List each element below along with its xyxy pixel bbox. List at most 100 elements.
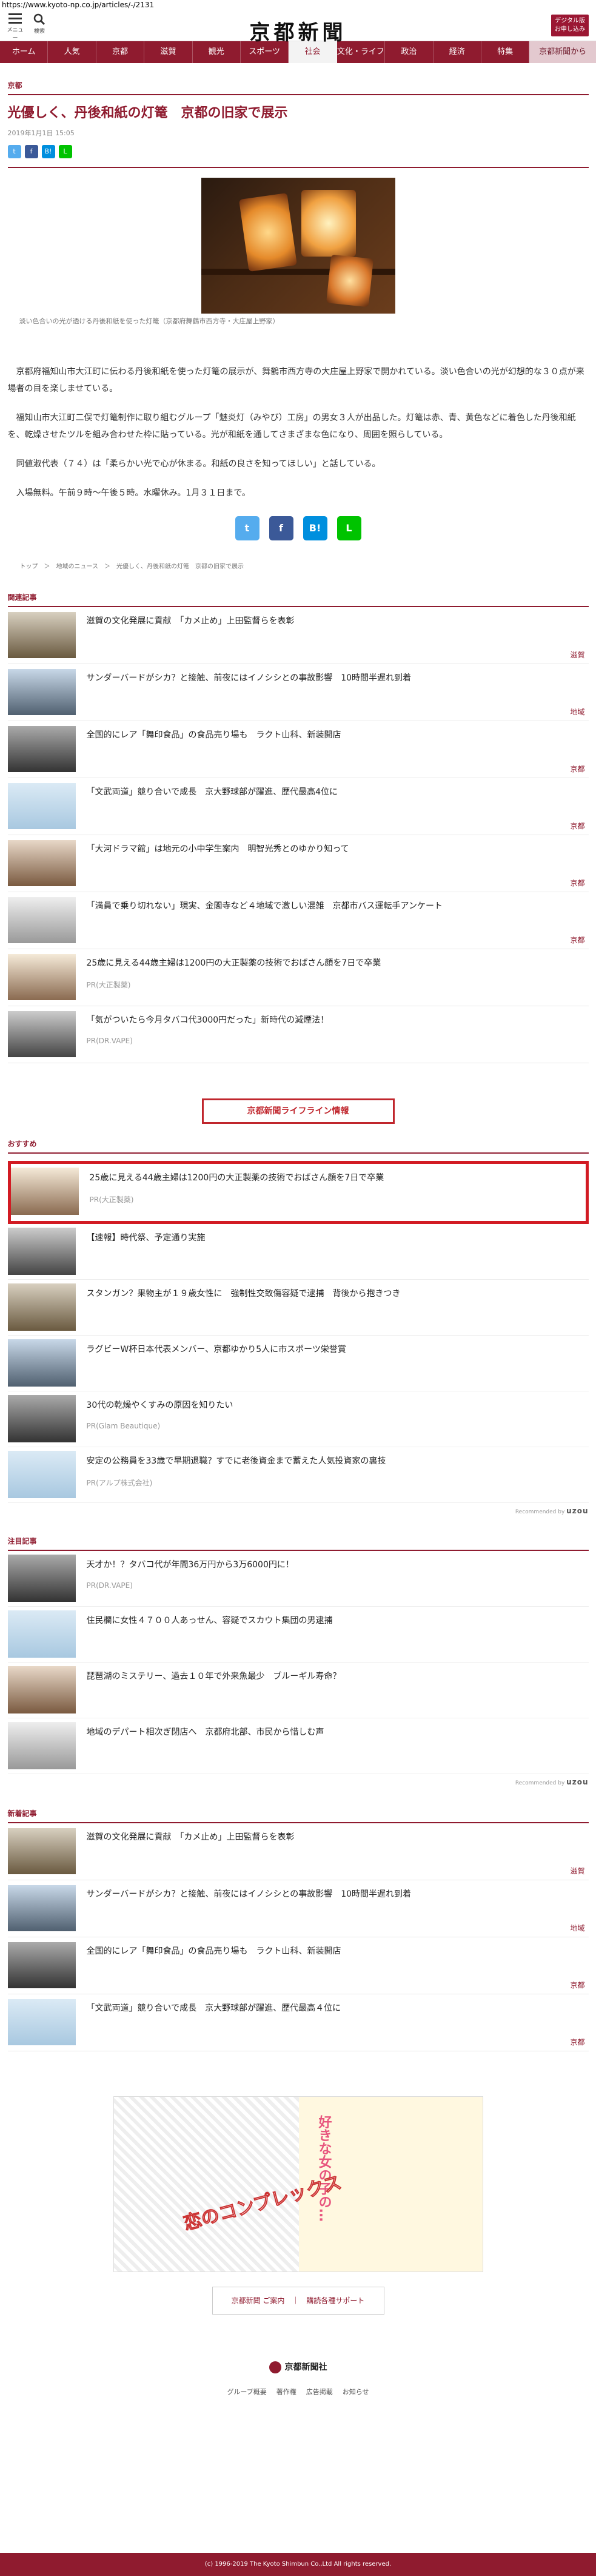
news-title: 住民欄に女性４７００人あっせん、容疑でスカウト集団の男逮捕 [86,1616,333,1626]
line-share-icon[interactable]: L [337,516,361,540]
news-region-tag[interactable]: 京都 [570,935,584,945]
attention-article-item[interactable]: 琵琶湖のミステリー、過去１０年で外来魚最少 ブルーギル寿命？ [7,1663,589,1718]
lantern-image [326,254,373,308]
uzou-logo: uzou [566,1507,589,1515]
site-header: メニュー 検索 京都新聞 デジタル版 お申し込み [0,10,596,45]
nav-item[interactable]: 京都新聞から [529,41,596,63]
related-article-item[interactable]: 「大河ドラマ館」は地元の小中学生案内 明智光秀とのゆかり知って 京都 [7,835,589,892]
line-share-icon[interactable]: L [58,145,72,158]
news-region-tag[interactable]: 京都 [570,764,584,774]
news-title: 琵琶湖のミステリー、過去１０年で外来魚最少 ブルーギル寿命？ [86,1672,341,1681]
news-thumbnail [7,1610,76,1658]
recommend-article-item[interactable]: 30代の乾燥やくすみの原因を知りたい PR(Glam Beautique) [7,1391,589,1447]
recommend-article-item[interactable]: 【速報】時代祭、予定通り実施 [7,1224,589,1280]
site-logo[interactable]: 京都新聞 [250,16,347,45]
recommend-article-item[interactable]: 25歳に見える44歳主婦は1200円の大正製薬の技術でおばさん顔を7日で卒業 PR… [7,1161,589,1224]
news-thumbnail [7,1828,76,1874]
nav-item[interactable]: 特集 [481,41,530,63]
twitter-share-icon[interactable]: t [7,145,21,158]
newest-article-item[interactable]: サンダーバードがシカ？と接触、前夜にはイノシシとの事故影響 10時間半遅れ到着地… [7,1880,589,1937]
recommend-article-item[interactable]: 安定の公務員を33歳で早期退職？すでに老後資金まで蓄えた人気投資家の裏技 PR(ア… [7,1447,589,1503]
article-category[interactable]: 京都 [7,80,589,95]
twitter-share-icon[interactable]: t [235,516,259,540]
related-article-item[interactable]: 「気がついたら今月タバコ代3000円だった」新時代の減煙法！ PR(DR.VAPE… [7,1006,589,1063]
news-region-tag[interactable]: 京都 [570,2037,584,2047]
browser-url[interactable]: https://www.kyoto-np.co.jp/articles/-/21… [0,0,596,10]
comic-advertisement[interactable]: 好きな女の子の… 恋のコンプレックス [113,2096,483,2272]
hatena-share-icon[interactable]: B! [41,145,55,158]
related-article-item[interactable]: サンダーバードがシカ？と接触、前夜にはイノシシとの事故影響 10時間半遅れ到着地… [7,664,589,721]
copyright-bar: (c) 1996-2019 The Kyoto Shimbun Co.,Ltd … [0,2553,596,2576]
news-title: 滋賀の文化発展に貢献 「カメ止め」上田監督らを表彰 [86,616,295,626]
recommend-list: 25歳に見える44歳主婦は1200円の大正製薬の技術でおばさん顔を7日で卒業 PR… [7,1161,589,1503]
article-paragraph: 福知山市大江町二俣で灯篭制作に取り組むグループ「魅炎灯（みやび）工房」の男女３人… [7,413,576,440]
news-thumbnail [7,1555,76,1602]
recommend-article-item[interactable]: スタンガン？果物主が１９歳女性に 強制性交致傷容疑で逮捕 背後から抱きつき [7,1280,589,1336]
pr-label: PR(大正製薬) [89,1196,134,1204]
news-thumbnail [7,1339,76,1387]
news-title: 30代の乾燥やくすみの原因を知りたい [86,1401,233,1410]
recommended-by-uzou[interactable]: Recommended by uzou [8,1507,589,1515]
recommended-by-uzou[interactable]: Recommended by uzou [8,1778,589,1786]
title-divider [7,167,589,168]
related-article-item[interactable]: 「文武両道」競り合いで成長 京大野球部が躍進、歴代最高4位に京都 [7,778,589,835]
attention-article-item[interactable]: 地域のデパート相次ぎ閉店へ 京都府北部、市民から惜しむ声 [7,1718,589,1774]
news-region-tag[interactable]: 京都 [570,1980,584,1990]
nav-item[interactable]: 経済 [434,41,481,63]
news-thumbnail [7,1666,76,1713]
related-article-item[interactable]: 全国的にレア「舞印食品」の食品売り場も ラクト山科、新装開店京都 [7,721,589,778]
article-container: 京都 光優しく、丹後和紙の灯篭 京都の旧家で展示 2019年1月1日 15:05… [7,80,589,2396]
facebook-share-icon[interactable]: f [24,145,38,158]
nav-item[interactable]: 京都 [96,41,145,63]
news-thumbnail [7,1395,76,1442]
news-title: 全国的にレア「舞印食品」の食品売り場も ラクト山科、新装開店 [86,1946,341,1956]
attention-article-item[interactable]: 住民欄に女性４７００人あっせん、容疑でスカウト集団の男逮捕 [7,1607,589,1663]
lifeline-button[interactable]: 京都新聞ライフライン情報 [201,1098,395,1124]
newest-article-item[interactable]: 全国的にレア「舞印食品」の食品売り場も ラクト山科、新装開店京都 [7,1937,589,1994]
article-date: 2019年1月1日 15:05 [7,129,75,137]
news-title: 「文武両道」競り合いで成長 京大野球部が躍進、歴代最高4位に [86,787,338,797]
nav-item[interactable]: 観光 [193,41,241,63]
footer-link[interactable]: 著作権 [276,2388,296,2396]
footer-link[interactable]: お知らせ [343,2388,369,2396]
news-title: 「文武両道」競り合いで成長 京大野球部が躍進、歴代最高４位に [86,2003,341,2013]
facebook-share-icon[interactable]: f [269,516,293,540]
related-article-item[interactable]: 滋賀の文化発展に貢献 「カメ止め」上田監督らを表彰滋賀 [7,607,589,664]
related-article-item[interactable]: 25歳に見える44歳主婦は1200円の大正製薬の技術でおばさん顔を7日で卒業 PR… [7,949,589,1006]
news-title: サンダーバードがシカ？と接触、前夜にはイノシシとの事故影響 10時間半遅れ到着 [86,1889,412,1899]
attention-article-item[interactable]: 天才か！？タバコ代が年間36万円から3万6000円に！ PR(DR.VAPE) [7,1551,589,1607]
footer-link[interactable]: グループ概要 [227,2388,266,2396]
pr-label: PR(アルプ株式会社) [86,1479,153,1487]
news-thumbnail [7,1999,76,2045]
nav-item[interactable]: ホーム [0,41,49,63]
search-button[interactable]: 検索 [30,13,49,35]
news-title: 全国的にレア「舞印食品」の食品売り場も ラクト山科、新装開店 [86,730,341,740]
digital-subscribe-button[interactable]: デジタル版 お申し込み [551,15,589,36]
photo-caption: 淡い色合いの光が透ける丹後和紙を使った灯篭（京都府舞鶴市西方寺・大庄屋上野家） [19,317,280,325]
article-paragraph: 京都府福知山市大江町に伝わる丹後和紙を使った灯篭の展示が、舞鶴市西方寺の大庄屋上… [7,367,584,394]
related-article-item[interactable]: 「満員で乗り切れない」現実、金閣寺など４地域で激しい混雑 京都市バス運転手アンケ… [7,892,589,949]
news-region-tag[interactable]: 地域 [570,1923,584,1933]
nav-item[interactable]: 政治 [385,41,434,63]
news-thumbnail [7,1885,76,1931]
menu-button[interactable]: メニュー [6,13,24,41]
footer-link[interactable]: 広告掲載 [306,2388,333,2396]
news-region-tag[interactable]: 滋賀 [570,1866,584,1876]
news-region-tag[interactable]: 京都 [570,878,584,888]
hatena-share-icon[interactable]: B! [303,516,327,540]
article-photo[interactable] [201,178,395,314]
news-region-tag[interactable]: 滋賀 [570,650,584,660]
nav-item[interactable]: 滋賀 [144,41,193,63]
news-thumbnail [10,1168,79,1215]
news-region-tag[interactable]: 地域 [570,707,584,717]
support-links-box[interactable]: 京都新聞 ご案内 ｜ 購読各種サポート [212,2287,384,2315]
nav-item[interactable]: 人気 [48,41,96,63]
newest-article-item[interactable]: 「文武両道」競り合いで成長 京大野球部が躍進、歴代最高４位に京都 [7,1994,589,2051]
news-region-tag[interactable]: 京都 [570,821,584,831]
recommend-article-item[interactable]: ラグビーW杯日本代表メンバー、京都ゆかり5人に市スポーツ栄誉賞 [7,1336,589,1391]
breadcrumb[interactable]: トップ ＞ 地域のニュース ＞ 光優しく、丹後和紙の灯篭 京都の旧家で展示 [8,561,589,570]
pr-label: PR(DR.VAPE) [86,1581,133,1590]
newest-article-item[interactable]: 滋賀の文化発展に貢献 「カメ止め」上田監督らを表彰 滋賀 [7,1823,589,1880]
footer-logo[interactable]: 京都新聞社 [8,2361,589,2373]
related-list: 滋賀の文化発展に貢献 「カメ止め」上田監督らを表彰滋賀サンダーバードがシカ？と接… [7,607,589,1063]
